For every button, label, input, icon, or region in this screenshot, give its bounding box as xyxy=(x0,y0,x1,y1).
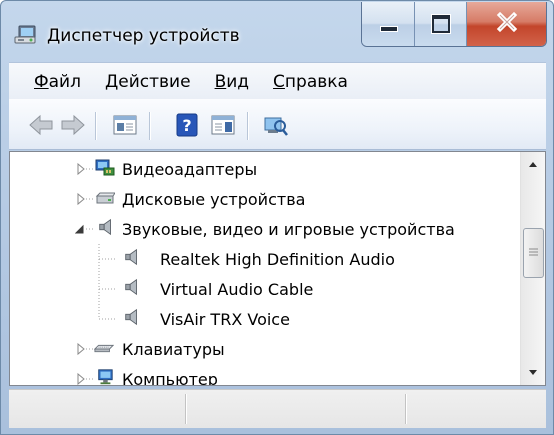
grip-icon xyxy=(529,248,538,256)
speaker-icon xyxy=(99,218,111,236)
computer-icon xyxy=(98,369,113,385)
expand-arrow-icon[interactable] xyxy=(76,372,86,386)
device-manager-app-icon xyxy=(14,25,36,44)
expand-arrow-icon[interactable] xyxy=(76,192,86,206)
scan-hardware-icon[interactable] xyxy=(261,112,289,138)
title-bar[interactable]: Диспетчер устройств xyxy=(1,1,553,61)
device-tree[interactable]: Видеоадаптеры Дисковые устройства Звуков… xyxy=(9,151,546,386)
tree-node-realtek-audio[interactable]: Realtek High Definition Audio xyxy=(10,244,520,274)
menu-bar: Файл Действие Вид Справка xyxy=(9,62,546,100)
tree-node-computer[interactable]: Компьютер xyxy=(10,364,520,386)
status-bar xyxy=(9,389,546,428)
status-pane xyxy=(407,394,517,424)
tree-node-label: Realtek High Definition Audio xyxy=(160,249,395,269)
tree-node-label: Компьютер xyxy=(122,369,218,386)
menu-view[interactable]: Вид xyxy=(215,72,249,92)
close-icon xyxy=(496,11,518,33)
details-pane-icon[interactable] xyxy=(209,112,237,138)
close-button[interactable] xyxy=(466,2,546,46)
toolbar-separator xyxy=(247,112,248,140)
tree-node-label: Клавиатуры xyxy=(122,339,225,359)
help-icon[interactable]: ? xyxy=(175,112,199,138)
menu-help[interactable]: Справка xyxy=(273,72,348,92)
device-manager-window: Диспетчер устройств Файл Действие Вид Сп… xyxy=(0,0,554,435)
tree-node-label: Звуковые, видео и игровые устройства xyxy=(122,219,455,239)
speaker-icon xyxy=(125,278,137,296)
tree-node-label: Virtual Audio Cable xyxy=(160,279,314,299)
toolbar: ? xyxy=(9,99,546,150)
status-pane xyxy=(9,394,186,424)
scroll-down-arrow-icon[interactable] xyxy=(521,363,545,383)
properties-icon[interactable] xyxy=(111,112,139,138)
maximize-icon xyxy=(432,15,450,33)
scroll-up-arrow-icon[interactable] xyxy=(521,154,545,174)
speaker-icon xyxy=(125,248,137,266)
expand-arrow-icon[interactable] xyxy=(76,162,86,176)
menu-action[interactable]: Действие xyxy=(105,72,191,92)
tree-node-label: Видеоадаптеры xyxy=(122,159,258,179)
speaker-icon xyxy=(125,308,137,326)
disk-drive-icon xyxy=(95,192,115,204)
tree-node-disk-drives[interactable]: Дисковые устройства xyxy=(10,184,520,214)
tree-node-keyboards[interactable]: Клавиатуры xyxy=(10,334,520,364)
svg-text:?: ? xyxy=(182,116,191,135)
menu-file[interactable]: Файл xyxy=(34,72,81,92)
back-arrow-icon[interactable] xyxy=(27,112,55,138)
maximize-button[interactable] xyxy=(414,2,466,46)
forward-arrow-icon[interactable] xyxy=(59,112,87,138)
scrollbar-thumb[interactable] xyxy=(523,228,544,278)
caption-buttons xyxy=(361,2,547,47)
minimize-button[interactable] xyxy=(362,2,414,46)
display-adapter-icon xyxy=(95,159,115,176)
tree-node-display-adapters[interactable]: Видеоадаптеры xyxy=(10,154,520,184)
window-title: Диспетчер устройств xyxy=(47,26,240,46)
minimize-icon xyxy=(380,26,398,32)
toolbar-separator xyxy=(149,112,150,140)
tree-node-label: Дисковые устройства xyxy=(122,189,306,209)
collapse-arrow-icon[interactable] xyxy=(75,223,85,237)
expand-arrow-icon[interactable] xyxy=(76,342,86,356)
tree-node-sound-video-game[interactable]: Звуковые, видео и игровые устройства xyxy=(10,214,520,244)
tree-node-virtual-audio-cable[interactable]: Virtual Audio Cable xyxy=(10,274,520,304)
vertical-scrollbar[interactable] xyxy=(520,152,545,385)
tree-node-visair-trx-voice[interactable]: VisAir TRX Voice xyxy=(10,304,520,334)
toolbar-separator xyxy=(95,112,96,140)
keyboard-icon xyxy=(94,344,114,353)
tree-node-label: VisAir TRX Voice xyxy=(160,309,290,329)
status-pane xyxy=(187,394,406,424)
